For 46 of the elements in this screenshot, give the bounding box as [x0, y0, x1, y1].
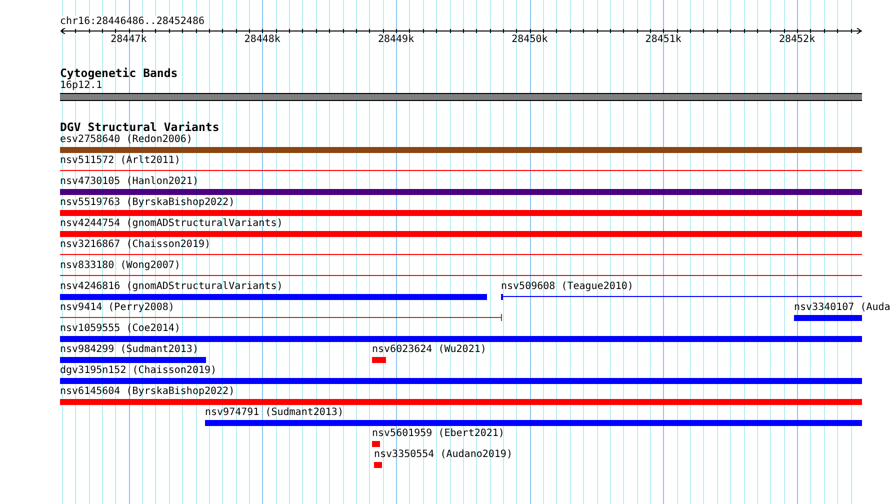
variant-label: nsv4244754 (gnomADStructuralVariants) [60, 218, 283, 230]
ruler-tick-label: 28447k [110, 34, 147, 46]
variant-line[interactable] [60, 314, 502, 321]
variant-label: nsv974791 (Sudmant2013) [205, 407, 344, 419]
variant-label: nsv4246816 (gnomADStructuralVariants) [60, 281, 283, 293]
variant-label: nsv509608 (Teague2010) [501, 281, 634, 293]
track-title: Cytogenetic Bands [60, 67, 178, 80]
variant-bar[interactable] [372, 441, 380, 447]
variant-label: nsv511572 (Arlt2011) [60, 155, 180, 167]
cytoband-bar[interactable] [60, 93, 862, 101]
variant-bar[interactable] [60, 378, 862, 384]
variant-label: nsv1059555 (Coe2014) [60, 323, 180, 335]
variant-bar[interactable] [60, 231, 862, 237]
variant-bar[interactable] [60, 399, 862, 405]
ruler-tick-label: 28448k [244, 34, 280, 46]
variant-label: nsv3350554 (Audano2019) [374, 449, 512, 461]
variant-label: dgv3195n152 (Chaisson2019) [60, 365, 217, 377]
variant-label: nsv833180 (Wong2007) [60, 260, 180, 272]
variant-label: nsv6023624 (Wu2021) [372, 344, 486, 356]
variant-line[interactable] [501, 294, 862, 300]
variant-label: nsv5601959 (Ebert2021) [372, 428, 504, 440]
location-label: chr16:28446486..28452486 [60, 16, 204, 28]
variant-bar[interactable] [372, 357, 386, 363]
variant-bar[interactable] [60, 294, 487, 300]
variant-label: nsv3216867 (Chaisson2019) [60, 239, 211, 251]
variant-bar[interactable] [60, 357, 206, 363]
variant-label: nsv3340107 (Auda [794, 302, 890, 314]
variant-label: nsv984299 (Sudmant2013) [60, 344, 198, 356]
variant-bar[interactable] [60, 147, 862, 153]
variant-bar[interactable] [60, 189, 862, 195]
ruler-tick-label: 28449k [378, 34, 414, 46]
band-label: 16p12.1 [60, 80, 102, 92]
variant-bar[interactable] [60, 210, 862, 216]
variant-bar[interactable] [794, 315, 862, 321]
variant-label: esv2758640 (Redon2006) [60, 134, 192, 146]
variant-label: nsv6145604 (ByrskaBishop2022) [60, 386, 235, 398]
ruler-tick-label: 28450k [512, 34, 548, 46]
variant-label: nsv9414 (Perry2008) [60, 302, 174, 314]
variant-label: nsv4730105 (Hanlon2021) [60, 176, 198, 188]
track-title: DGV Structural Variants [60, 121, 220, 134]
variant-bar[interactable] [374, 462, 382, 468]
ruler-tick-label: 28452k [778, 34, 816, 46]
variant-bar[interactable] [205, 420, 862, 426]
variant-bar[interactable] [60, 336, 862, 342]
variant-label: nsv5519763 (ByrskaBishop2022) [60, 197, 235, 209]
ruler-tick-label: 28451k [645, 34, 682, 46]
